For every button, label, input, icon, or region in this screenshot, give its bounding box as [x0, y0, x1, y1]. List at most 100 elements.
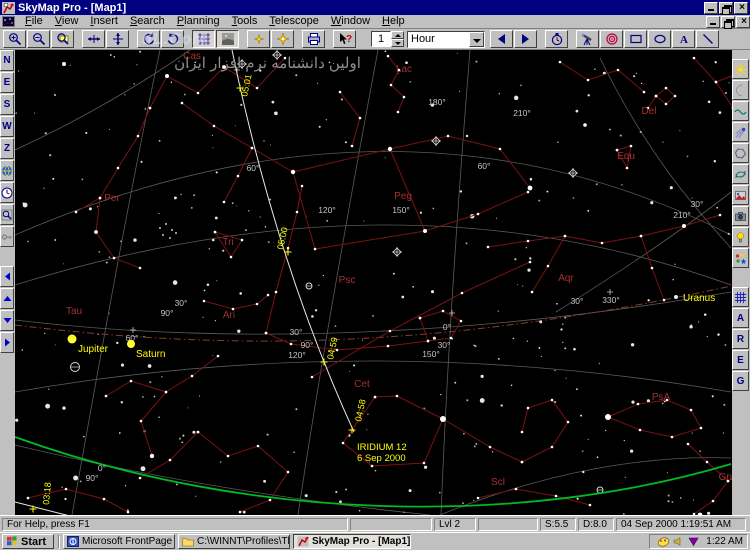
realtime-clock-button[interactable] — [545, 30, 568, 48]
galaxy-button[interactable] — [732, 164, 749, 184]
menu-telescope[interactable]: Telescope — [263, 15, 325, 28]
draw-rectangle-button[interactable] — [624, 30, 647, 48]
child-restore-button[interactable] — [721, 15, 735, 29]
scroll-right-button[interactable] — [0, 332, 14, 353]
moon-button[interactable] — [732, 80, 749, 100]
compass-east-button[interactable]: E — [0, 72, 14, 93]
rotate-ccw-button[interactable] — [137, 30, 160, 48]
draw-line-button[interactable] — [696, 30, 719, 48]
bulb-button[interactable] — [732, 227, 749, 247]
star — [679, 130, 681, 132]
tray-volume-icon[interactable] — [673, 536, 684, 547]
label-e-button[interactable]: E — [732, 350, 749, 370]
star — [334, 325, 337, 327]
fainter-stars-button[interactable] — [247, 30, 270, 48]
star — [596, 456, 599, 459]
menu-window[interactable]: Window — [325, 15, 376, 28]
minor-planet-button[interactable] — [732, 143, 749, 163]
menu-file[interactable]: File — [19, 15, 49, 28]
zenith-button[interactable]: Z — [0, 138, 14, 159]
star — [212, 238, 215, 242]
task-skymap[interactable]: SkyMap Pro - [Map1] — [293, 534, 411, 549]
label-r-button[interactable]: R — [732, 329, 749, 349]
compass-west-button[interactable]: W — [0, 116, 14, 137]
target-button[interactable] — [600, 30, 623, 48]
tray-antivirus-icon[interactable] — [687, 536, 700, 547]
scroll-up-button[interactable] — [0, 288, 14, 309]
sun-button[interactable] — [732, 59, 749, 79]
chevron-down-icon[interactable] — [469, 31, 484, 47]
menu-search[interactable]: Search — [124, 15, 171, 28]
print-button[interactable] — [302, 30, 325, 48]
time-step-spinner[interactable] — [391, 31, 404, 47]
minimize-button[interactable] — [704, 1, 718, 14]
star — [673, 94, 677, 98]
star — [158, 213, 160, 215]
task-folder[interactable]: C:\WINNT\Profiles\Thierr... — [178, 534, 290, 549]
magnify-button[interactable] — [0, 204, 14, 225]
context-help-button[interactable]: ? — [333, 30, 356, 48]
child-close-button[interactable]: × — [736, 15, 750, 28]
document-icon[interactable] — [2, 16, 15, 27]
grid-view-toggle[interactable] — [192, 30, 215, 48]
rotate-cw-button[interactable] — [161, 30, 184, 48]
compass-north-button[interactable]: N — [0, 50, 14, 71]
telescope-button[interactable] — [576, 30, 599, 48]
star — [161, 376, 163, 378]
star — [88, 207, 92, 211]
menu-view[interactable]: View — [49, 15, 85, 28]
key-button[interactable] — [0, 226, 14, 247]
restore-button[interactable] — [719, 1, 733, 15]
image-button[interactable] — [732, 185, 749, 205]
menu-planning[interactable]: Planning — [171, 15, 226, 28]
time-unit-select[interactable]: Hour — [407, 30, 485, 48]
tray-paint-icon[interactable] — [657, 536, 670, 548]
star — [21, 349, 24, 351]
star — [139, 50, 142, 53]
draw-text-button[interactable]: A — [672, 30, 695, 48]
bright-star — [387, 146, 393, 152]
close-button[interactable]: × — [734, 1, 748, 14]
label-a-button[interactable]: A — [732, 308, 749, 328]
comet-button[interactable] — [732, 122, 749, 142]
title-bar[interactable]: SkyMap Pro - [Map1] × — [0, 0, 750, 15]
menu-tools[interactable]: Tools — [226, 15, 264, 28]
pan-horizontal-button[interactable] — [82, 30, 105, 48]
draw-ellipse-button[interactable] — [648, 30, 671, 48]
camera-button[interactable] — [732, 206, 749, 226]
child-minimize-button[interactable] — [706, 15, 720, 28]
horizon-view-toggle[interactable] — [216, 30, 239, 48]
star — [214, 216, 218, 220]
task-label: Microsoft FrontPage - C:\d... — [82, 536, 174, 547]
grid-button[interactable] — [732, 287, 749, 307]
zoom-in-button[interactable] — [3, 30, 26, 48]
zoom-area-button[interactable] — [51, 30, 74, 48]
star — [692, 56, 696, 60]
zoom-out-button[interactable] — [27, 30, 50, 48]
location-globe-button[interactable] — [0, 160, 14, 181]
star — [139, 419, 143, 423]
step-back-button[interactable] — [490, 30, 513, 48]
scroll-left-button[interactable] — [0, 266, 14, 287]
star — [520, 460, 524, 464]
constellation-line — [140, 355, 219, 457]
step-forward-button[interactable] — [514, 30, 537, 48]
scroll-down-button[interactable] — [0, 310, 14, 331]
star — [724, 344, 727, 346]
menu-help[interactable]: Help — [376, 15, 411, 28]
sky-map-canvas: 05:0105:0004:5904:5803:18IRIDIUM 126 Sep… — [15, 50, 732, 515]
time-step-value-input[interactable]: 1 — [371, 31, 391, 47]
taskbar-clock[interactable]: 1:22 AM — [706, 536, 743, 547]
center-view-button[interactable] — [106, 30, 129, 48]
start-button[interactable]: Start — [2, 534, 54, 549]
time-clock-button[interactable] — [0, 182, 14, 203]
compass-south-button[interactable]: S — [0, 94, 14, 115]
task-frontpage[interactable]: Microsoft FrontPage - C:\d... — [63, 534, 175, 549]
wave-button[interactable] — [732, 101, 749, 121]
star — [565, 377, 567, 379]
label-g-button[interactable]: G — [732, 371, 749, 391]
sky-map[interactable]: 05:01 05:00 04:59 04:58 03:18 IRIDIUM 12 6 Sep… — [15, 50, 732, 515]
star-cluster-button[interactable] — [732, 248, 749, 268]
brighter-stars-button[interactable] — [271, 30, 294, 48]
menu-insert[interactable]: Insert — [84, 15, 124, 28]
